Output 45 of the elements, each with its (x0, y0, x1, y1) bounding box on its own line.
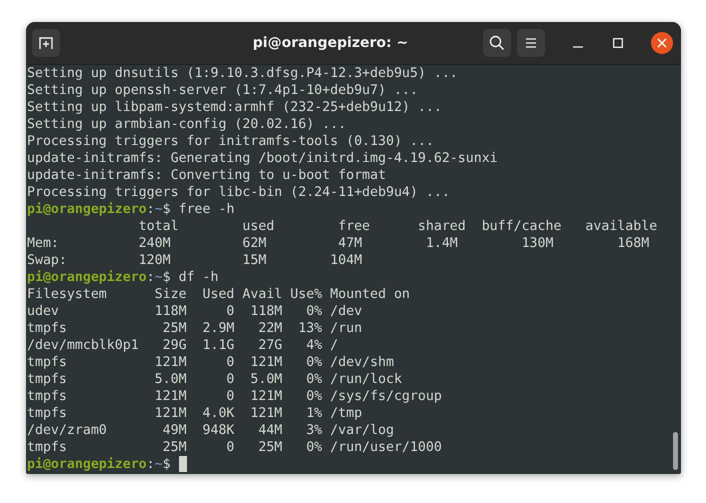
output-line: Setting up openssh-server (1:7.4p1-10+deb9u7) ... (27, 82, 419, 99)
output-line: total used free shared buff/cache available (138, 218, 658, 235)
prompt-separator: : (146, 201, 155, 218)
window-title: pi@orangepizero: ~ (252, 35, 410, 51)
output-line: tmpfs 121M 0 121M 0% /dev/shm (27, 354, 395, 371)
search-icon (489, 35, 505, 51)
prompt-path: ~ (154, 201, 163, 218)
scrollbar[interactable] (673, 432, 678, 470)
output-line: /dev/zram0 49M 948K 44M 3% /var/log (27, 422, 395, 439)
output-line: tmpfs 25M 2.9M 22M 13% /run (27, 320, 364, 337)
output-line: tmpfs 5.0M 0 5.0M 0% /run/lock (27, 371, 403, 388)
output-line: tmpfs 121M 0 121M 0% /sys/fs/cgroup (27, 388, 443, 405)
output-line: /dev/mmcblk0p1 29G 1.1G 27G 4% / (27, 337, 340, 354)
prompt-path: ~ (154, 269, 163, 286)
output-line: Setting up dnsutils (1:9.10.3.dfsg.P4-12.3+deb9u5) ... (27, 65, 459, 82)
output-line: tmpfs 121M 4.0K 121M 1% /tmp (27, 405, 364, 422)
output-line: Swap: 120M 15M 104M (27, 252, 364, 269)
new-tab-icon (38, 35, 54, 51)
command-text: $ free -h (162, 201, 234, 218)
prompt-user: pi@orangepizero (27, 269, 147, 286)
prompt-separator: : (146, 269, 155, 286)
search-button[interactable] (483, 29, 511, 57)
prompt-user: pi@orangepizero (27, 456, 147, 473)
close-icon (657, 38, 667, 48)
minimize-icon (573, 46, 583, 48)
output-line: udev 118M 0 118M 0% /dev (27, 303, 364, 320)
menu-button[interactable] (517, 29, 545, 57)
output-line: tmpfs 25M 0 25M 0% /run/user/1000 (27, 439, 443, 456)
prompt-separator: : (146, 456, 155, 473)
output-line: Processing triggers for libc-bin (2.24-11+deb9u4) ... (27, 184, 451, 201)
new-tab-button[interactable] (32, 29, 60, 57)
menu-icon (525, 37, 537, 49)
output-line: Setting up libpam-systemd:armhf (232-25+deb9u12) ... (27, 99, 443, 116)
prompt-user: pi@orangepizero (27, 201, 147, 218)
output-line: update-initramfs: Generating /boot/initrd.img-4.19.62-sunxi (27, 150, 499, 167)
command-text: $ (162, 456, 171, 473)
maximize-icon (613, 38, 623, 48)
prompt-path: ~ (154, 456, 163, 473)
output-line: update-initramfs: Converting to u-boot format (27, 167, 387, 184)
output-line: Setting up armbian-config (20.02.16) ... (27, 116, 348, 133)
output-line: Processing triggers for initramfs-tools (0.130) ... (27, 133, 435, 150)
close-button[interactable] (651, 32, 673, 54)
output-line: Mem: 240M 62M 47M 1.4M 130M 168M (27, 235, 650, 252)
command-text: $ df -h (162, 269, 218, 286)
output-line: Filesystem Size Used Avail Use% Mounted on (27, 286, 411, 303)
